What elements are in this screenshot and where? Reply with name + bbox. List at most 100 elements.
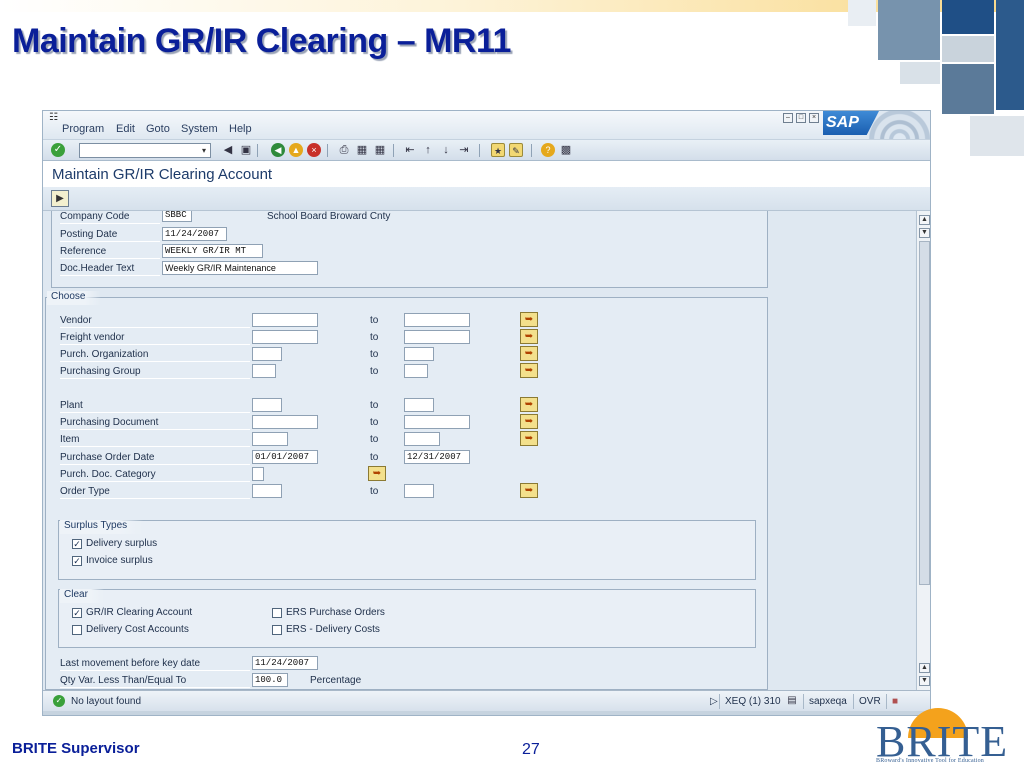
menu-help[interactable]: Help [229, 123, 252, 135]
purchase-order-date-to-field[interactable]: 12/31/2007 [404, 450, 470, 464]
freight-vendor-from-field[interactable] [252, 330, 318, 344]
purch-organization-from-field[interactable] [252, 347, 282, 361]
next-page-icon[interactable]: ↓ [439, 143, 453, 157]
ers-delivery-costs-checkbox[interactable] [272, 625, 282, 635]
multiple-selection-icon[interactable]: ➥ [520, 483, 538, 498]
freight-vendor-label: Freight vendor [60, 332, 125, 343]
purchasing-group-to-field[interactable] [404, 364, 428, 378]
standard-toolbar: ✓ ▾ ◀ ▣ ◀ ▲ × ⎙ ▦ ▦ ⇤ ↑ ↓ ⇥ ★ ✎ ? ▩ [43, 139, 930, 161]
delivery-surplus-checkbox[interactable]: ✓ [72, 539, 82, 549]
reference-label: Reference [60, 246, 107, 257]
first-page-icon[interactable]: ⇤ [403, 143, 417, 157]
create-session-icon[interactable]: ★ [491, 143, 505, 157]
surplus-types-block [58, 520, 756, 580]
plant-from-field[interactable] [252, 398, 282, 412]
maximize-icon[interactable]: □ [796, 113, 806, 123]
purchasing-document-to-field[interactable] [404, 415, 470, 429]
vendor-label: Vendor [60, 315, 92, 326]
purch-organization-to-field[interactable] [404, 347, 434, 361]
doc-header-field[interactable]: Weekly GR/IR Maintenance [162, 261, 318, 275]
minimize-icon[interactable]: – [783, 113, 793, 123]
item-to-field[interactable] [404, 432, 440, 446]
ers-purchase-orders-checkbox[interactable] [272, 608, 282, 618]
scroll-up-icon[interactable]: ▲ [919, 215, 930, 225]
layout-menu-icon[interactable]: ▩ [559, 143, 573, 157]
dropdown-icon[interactable]: ▾ [199, 145, 209, 156]
decorative-square [996, 0, 1024, 110]
multiple-selection-icon[interactable]: ➥ [520, 397, 538, 412]
purchasing-group-from-field[interactable] [252, 364, 276, 378]
qty-variance-field[interactable]: 100.0 [252, 673, 288, 687]
decorative-square [942, 0, 994, 34]
purchase-order-date-from-field[interactable]: 01/01/2007 [252, 450, 318, 464]
multiple-selection-icon[interactable]: ➥ [520, 363, 538, 378]
save-icon[interactable]: ▣ [239, 143, 253, 157]
cancel-icon[interactable]: × [307, 143, 321, 157]
success-icon: ✓ [53, 695, 65, 707]
purchasing-document-from-field[interactable] [252, 415, 318, 429]
command-field[interactable]: ▾ [79, 143, 211, 158]
company-code-field[interactable]: SBBC [162, 211, 192, 222]
freight-vendor-to-field[interactable] [404, 330, 470, 344]
close-icon[interactable]: × [809, 113, 819, 123]
scroll-down-icon[interactable]: ▼ [919, 676, 930, 686]
purch-doc-category-field[interactable] [252, 467, 264, 481]
help-icon[interactable]: ? [541, 143, 555, 157]
multiple-selection-icon[interactable]: ➥ [520, 431, 538, 446]
menu-goto[interactable]: Goto [146, 123, 170, 135]
order-type-to-field[interactable] [404, 484, 434, 498]
menu-edit[interactable]: Edit [116, 123, 135, 135]
print-icon[interactable]: ⎙ [337, 143, 351, 157]
vendor-to-field[interactable] [404, 313, 470, 327]
decorative-square [848, 0, 876, 26]
lock-icon: ■ [886, 694, 898, 709]
menu-system[interactable]: System [181, 123, 218, 135]
last-movement-date-field[interactable]: 11/24/2007 [252, 656, 318, 670]
shortcut-icon[interactable]: ✎ [509, 143, 523, 157]
plant-to-field[interactable] [404, 398, 434, 412]
enter-check-icon[interactable]: ✓ [51, 143, 65, 157]
scrollbar-thumb[interactable] [919, 241, 930, 585]
system-info-icon[interactable]: ▤ [785, 694, 799, 708]
selection-screen[interactable]: Company Code SBBC School Board Broward C… [43, 211, 915, 690]
scroll-down-page-icon[interactable]: ▲ [919, 663, 930, 673]
previous-page-icon[interactable]: ↑ [421, 143, 435, 157]
vendor-from-field[interactable] [252, 313, 318, 327]
to-label: to [370, 434, 379, 445]
menu-program[interactable]: Program [62, 123, 104, 135]
scroll-up-page-icon[interactable]: ▼ [919, 228, 930, 238]
to-label: to [370, 452, 379, 463]
multiple-selection-icon[interactable]: ➥ [520, 414, 538, 429]
company-code-label: Company Code [60, 211, 130, 222]
history-back-icon[interactable]: ◀ [221, 143, 235, 157]
execute-icon[interactable]: ▶ [51, 190, 69, 207]
percentage-label: Percentage [310, 675, 362, 686]
multiple-selection-icon[interactable]: ➥ [520, 329, 538, 344]
reference-field[interactable]: WEEKLY GR/IR MT [162, 244, 263, 258]
footer-title: BRITE Supervisor [12, 740, 140, 757]
item-from-field[interactable] [252, 432, 288, 446]
multiple-selection-icon[interactable]: ➥ [520, 312, 538, 327]
to-label: to [370, 486, 379, 497]
last-page-icon[interactable]: ⇥ [457, 143, 471, 157]
find-next-icon[interactable]: ▦ [373, 143, 387, 157]
delivery-cost-accounts-checkbox[interactable] [72, 625, 82, 635]
grir-clearing-checkbox[interactable]: ✓ [72, 608, 82, 618]
multiple-selection-icon[interactable]: ➥ [368, 466, 386, 481]
find-icon[interactable]: ▦ [355, 143, 369, 157]
invoice-surplus-checkbox[interactable]: ✓ [72, 556, 82, 566]
purch-organization-label: Purch. Organization [60, 349, 149, 360]
system-menu-icon[interactable]: ☷ [49, 112, 58, 123]
status-toggle-icon[interactable]: ▷ [705, 694, 718, 709]
exit-icon[interactable]: ▲ [289, 143, 303, 157]
page-number: 27 [522, 741, 540, 758]
insert-mode: OVR [853, 694, 881, 709]
back-icon[interactable]: ◀ [271, 143, 285, 157]
order-type-from-field[interactable] [252, 484, 282, 498]
multiple-selection-icon[interactable]: ➥ [520, 346, 538, 361]
to-label: to [370, 315, 379, 326]
posting-date-field[interactable]: 11/24/2007 [162, 227, 227, 241]
status-message: No layout found [71, 696, 142, 707]
to-label: to [370, 349, 379, 360]
vertical-scrollbar[interactable]: ▲ ▼ ▲ ▼ [916, 211, 930, 690]
